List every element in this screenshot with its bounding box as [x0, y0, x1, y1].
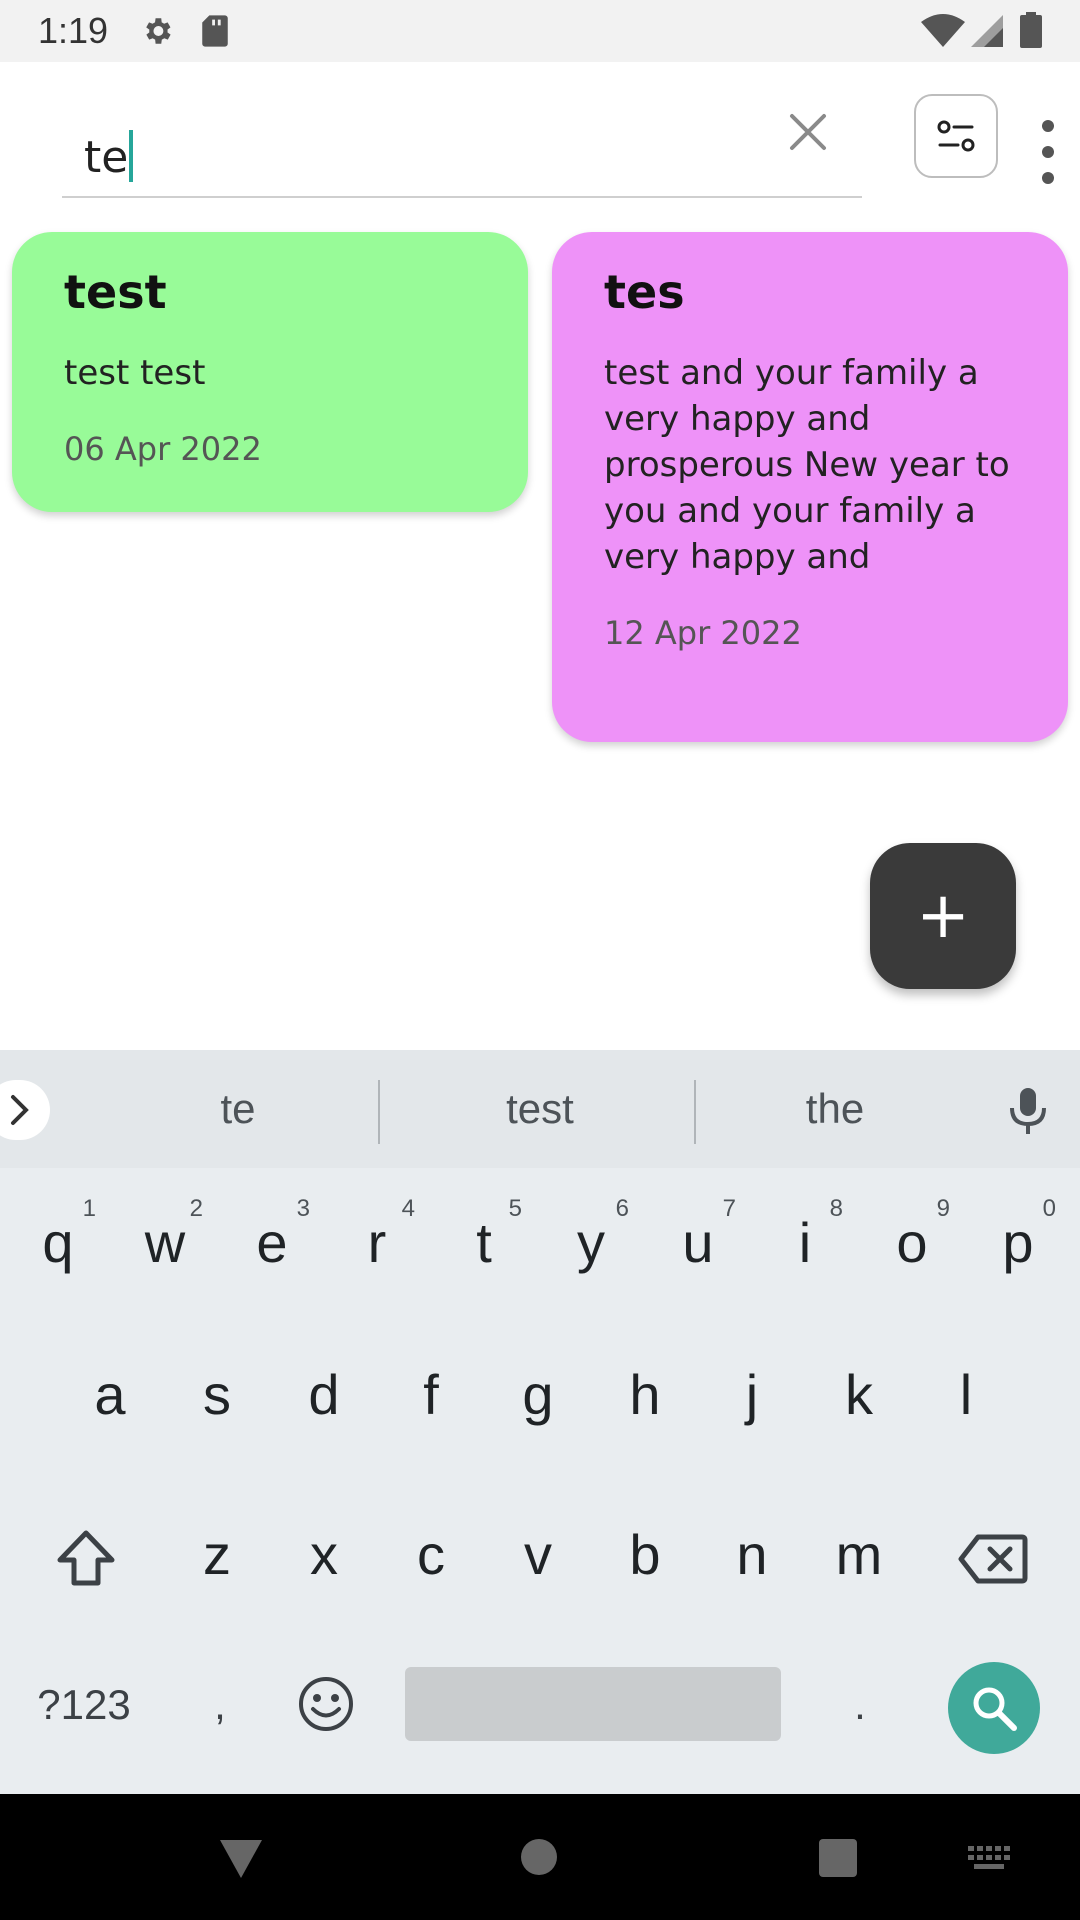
status-time: 1:19: [38, 10, 109, 51]
key-hint: 6: [615, 1195, 629, 1222]
mic-icon[interactable]: [1006, 1086, 1050, 1136]
key-hint: 0: [1042, 1195, 1056, 1222]
key-s[interactable]: s: [175, 1335, 259, 1455]
note-card[interactable]: test test test 06 Apr 2022: [12, 232, 528, 512]
key-label: q: [42, 1211, 74, 1274]
space-key[interactable]: [405, 1667, 781, 1741]
key-v[interactable]: v: [496, 1495, 580, 1615]
text-cursor: [129, 130, 134, 182]
soft-keyboard: te test the q1 w2 e3 r4 t5 y6 u7 i8 o9 p…: [0, 1050, 1080, 1794]
key-hint: 8: [829, 1195, 843, 1222]
key-p[interactable]: p0: [976, 1183, 1060, 1303]
suggestion-expand-button[interactable]: [0, 1080, 50, 1140]
search-input[interactable]: te: [62, 102, 862, 198]
suggestion-item[interactable]: test: [390, 1050, 690, 1168]
key-q[interactable]: q1: [16, 1183, 100, 1303]
wifi-icon: [921, 14, 965, 47]
key-j[interactable]: j: [710, 1335, 794, 1455]
key-h[interactable]: h: [603, 1335, 687, 1455]
keyboard-switch-icon[interactable]: [968, 1846, 1010, 1872]
key-label: e: [256, 1211, 288, 1274]
note-date: 12 Apr 2022: [604, 614, 802, 652]
key-i[interactable]: i8: [763, 1183, 847, 1303]
key-b[interactable]: b: [603, 1495, 687, 1615]
search-icon: [973, 1687, 1017, 1731]
backspace-icon[interactable]: [958, 1533, 1028, 1585]
key-t[interactable]: t5: [442, 1183, 526, 1303]
key-w[interactable]: w2: [123, 1183, 207, 1303]
note-date: 06 Apr 2022: [64, 430, 262, 468]
key-hint: 9: [936, 1195, 950, 1222]
recents-icon[interactable]: [818, 1838, 858, 1878]
suggestion-divider: [694, 1080, 696, 1144]
suggestion-divider: [378, 1080, 380, 1144]
battery-icon: [1020, 12, 1042, 48]
search-value: te: [84, 132, 129, 183]
key-a[interactable]: a: [68, 1335, 152, 1455]
add-icon: +: [916, 879, 970, 953]
key-label: r: [367, 1211, 387, 1274]
close-icon[interactable]: [786, 110, 830, 154]
more-vert-icon[interactable]: [1034, 112, 1062, 192]
filter-toggle-icon: [937, 120, 975, 152]
key-hint: 4: [401, 1195, 415, 1222]
symbols-key[interactable]: ?123: [24, 1670, 144, 1740]
navigation-bar: [0, 1794, 1080, 1920]
home-icon[interactable]: [520, 1838, 558, 1876]
key-r[interactable]: r4: [335, 1183, 419, 1303]
key-hint: 1: [82, 1195, 96, 1222]
suggestion-strip: te test the: [0, 1050, 1080, 1168]
key-z[interactable]: z: [175, 1495, 259, 1615]
key-n[interactable]: n: [710, 1495, 794, 1615]
key-label: w: [144, 1211, 186, 1274]
key-f[interactable]: f: [389, 1335, 473, 1455]
note-body: test test: [64, 353, 206, 393]
chevron-right-icon: [11, 1095, 29, 1125]
key-label: i: [798, 1211, 812, 1274]
screen: 1:19 te test test test 06 Apr 2022 tes t…: [0, 0, 1080, 1920]
emoji-icon[interactable]: [298, 1676, 354, 1732]
status-bar: 1:19: [0, 0, 1080, 62]
comma-key[interactable]: ,: [190, 1670, 250, 1740]
key-hint: 2: [189, 1195, 203, 1222]
key-label: t: [476, 1211, 492, 1274]
add-note-button[interactable]: +: [870, 843, 1016, 989]
key-e[interactable]: e3: [230, 1183, 314, 1303]
search-action-key[interactable]: [948, 1662, 1040, 1754]
note-body: test and your family a very happy and pr…: [604, 353, 1010, 577]
period-key[interactable]: .: [830, 1670, 890, 1740]
gear-icon: [146, 18, 171, 44]
note-title: test: [64, 265, 167, 319]
signal-icon: [971, 15, 1003, 47]
key-d[interactable]: d: [282, 1335, 366, 1455]
suggestion-item[interactable]: te: [88, 1050, 388, 1168]
key-u[interactable]: u7: [656, 1183, 740, 1303]
sd-card-icon: [202, 15, 228, 47]
note-title: tes: [604, 265, 685, 319]
search-text: te: [84, 130, 134, 183]
key-hint: 7: [722, 1195, 736, 1222]
key-hint: 5: [508, 1195, 522, 1222]
key-o[interactable]: o9: [870, 1183, 954, 1303]
key-y[interactable]: y6: [549, 1183, 633, 1303]
back-icon[interactable]: [218, 1838, 264, 1880]
suggestion-item[interactable]: the: [700, 1050, 970, 1168]
key-l[interactable]: l: [924, 1335, 1008, 1455]
key-c[interactable]: c: [389, 1495, 473, 1615]
shift-icon[interactable]: [54, 1528, 118, 1588]
key-g[interactable]: g: [496, 1335, 580, 1455]
key-label: o: [896, 1211, 928, 1274]
search-header: te: [0, 62, 1080, 222]
key-hint: 3: [296, 1195, 310, 1222]
key-k[interactable]: k: [817, 1335, 901, 1455]
key-label: y: [577, 1211, 605, 1274]
filter-button[interactable]: [914, 94, 998, 178]
key-label: p: [1002, 1211, 1034, 1274]
key-m[interactable]: m: [817, 1495, 901, 1615]
key-label: u: [682, 1211, 714, 1274]
key-x[interactable]: x: [282, 1495, 366, 1615]
note-card[interactable]: tes test and your family a very happy an…: [552, 232, 1068, 742]
